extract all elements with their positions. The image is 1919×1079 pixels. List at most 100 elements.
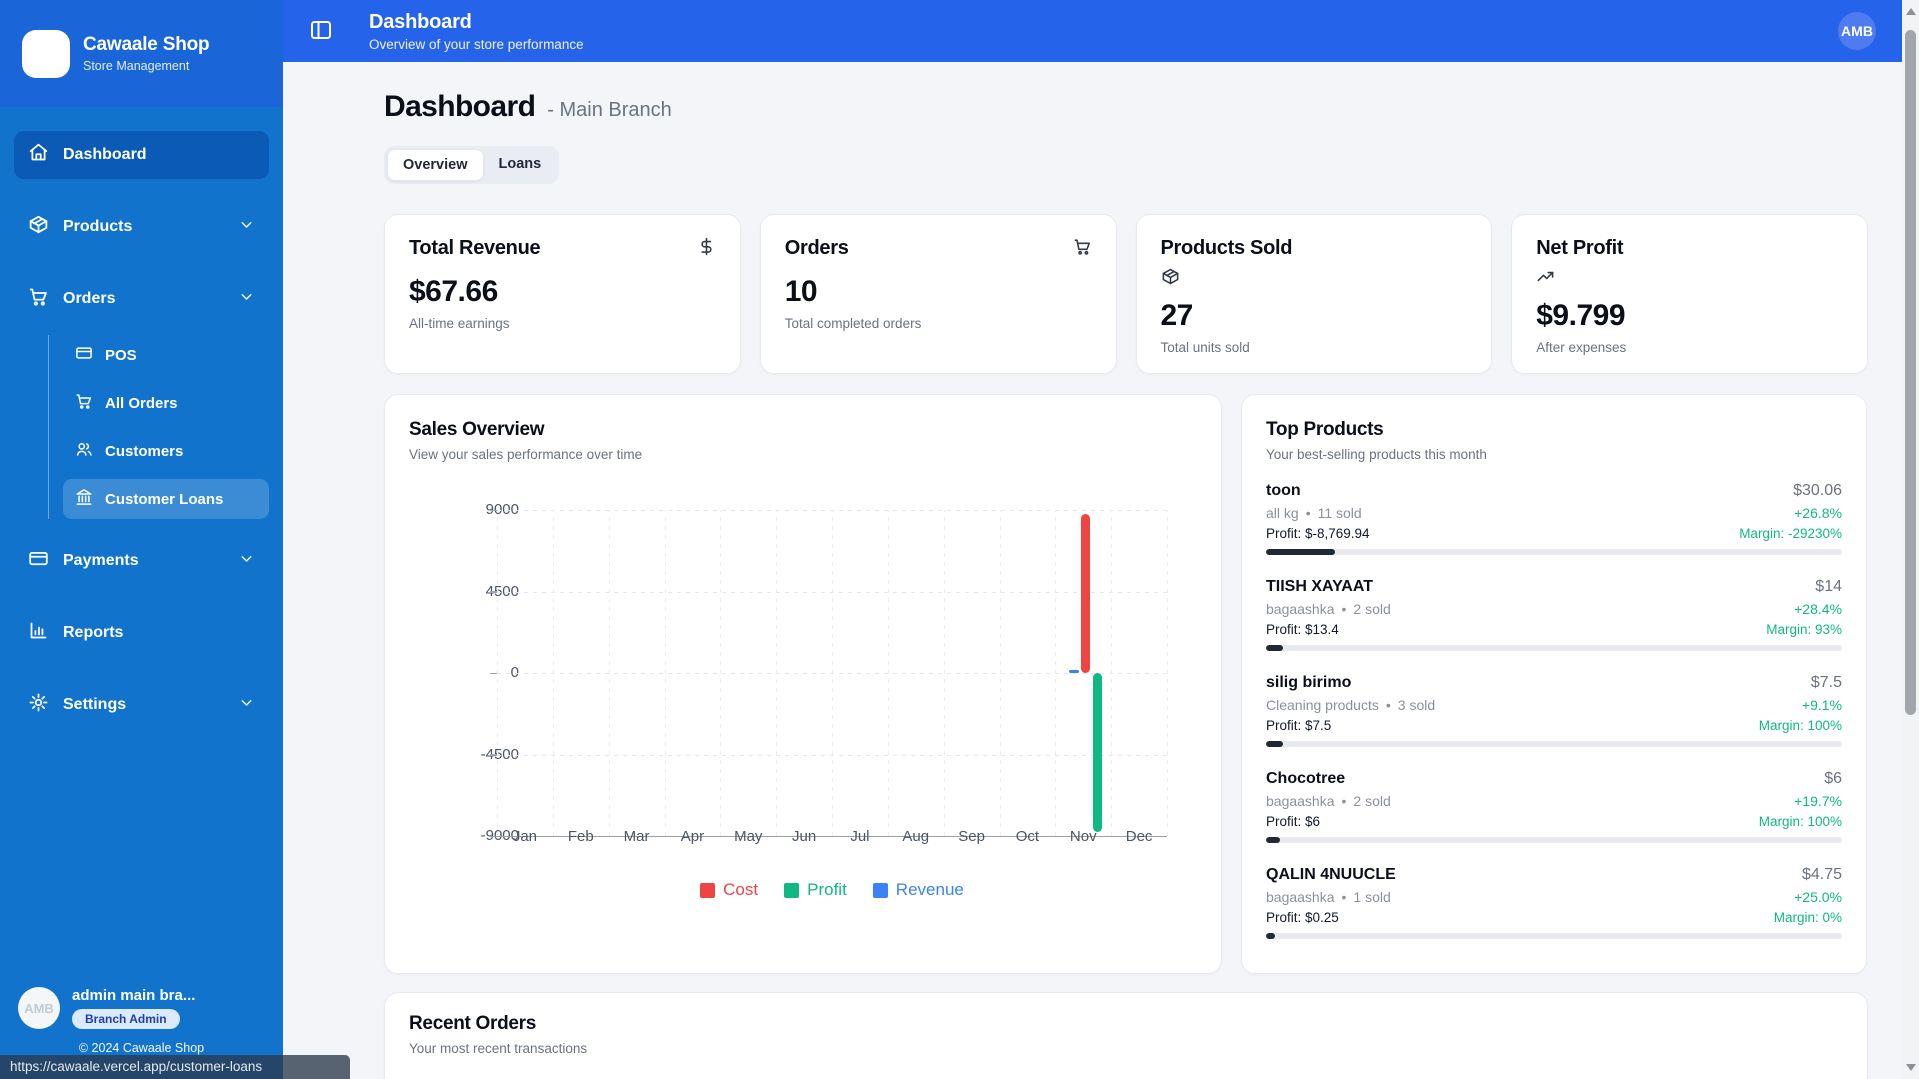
avatar[interactable]: AMB (18, 987, 60, 1029)
credit-card-icon (28, 548, 49, 574)
product-change: +9.1% (1802, 697, 1842, 713)
product-margin: Margin: -29230% (1739, 526, 1842, 541)
product-price: $14 (1815, 578, 1842, 596)
sidebar-item-label: Reports (63, 624, 255, 642)
sidebar-header: Cawaale Shop Store Management (0, 0, 283, 107)
sidebar-item-dashboard[interactable]: Dashboard (14, 131, 269, 179)
product-margin: Margin: 100% (1759, 814, 1842, 829)
role-badge: Branch Admin (72, 1009, 180, 1029)
product-row: toon$30.06 all kg•11 sold+26.8% Profit: … (1266, 482, 1842, 555)
product-progress (1266, 645, 1842, 651)
product-name: TIISH XAYAAT (1266, 578, 1373, 596)
product-name: Chocotree (1266, 770, 1345, 788)
sidebar-item-payments[interactable]: Payments (14, 537, 269, 585)
x-axis-tick: Mar (624, 828, 650, 845)
product-name: silig birimo (1266, 674, 1351, 692)
profit-bar (1093, 673, 1102, 832)
product-progress (1266, 741, 1842, 747)
sidebar-item-reports[interactable]: Reports (14, 609, 269, 657)
sidebar-item-settings[interactable]: Settings (14, 681, 269, 729)
stat-caption: Total units sold (1161, 340, 1468, 355)
x-axis-tick: Feb (568, 828, 594, 845)
app-tagline: Store Management (83, 59, 209, 73)
tab-loans[interactable]: Loans (484, 149, 557, 181)
sidebar-item-orders[interactable]: Orders (14, 275, 269, 323)
sales-overview-title: Sales Overview (409, 419, 1197, 441)
status-url-bar: https://cawaale.vercel.app/customer-loan… (0, 1055, 350, 1079)
app-name: Cawaale Shop (83, 34, 209, 56)
stat-caption: After expenses (1536, 340, 1843, 355)
recent-orders-title: Recent Orders (409, 1013, 1843, 1035)
product-meta: all kg•11 sold (1266, 505, 1362, 521)
chevron-down-icon (238, 216, 255, 238)
user-name: admin main bra... (72, 987, 195, 1004)
header-subtitle: Overview of your store performance (369, 37, 584, 52)
stat-caption: All-time earnings (409, 316, 716, 331)
x-axis-tick: Apr (681, 828, 704, 845)
product-price: $4.75 (1802, 866, 1842, 884)
sidebar-toggle-icon[interactable] (309, 18, 335, 44)
product-price: $6 (1824, 770, 1842, 788)
main-area: Dashboard Overview of your store perform… (283, 0, 1902, 1079)
product-profit: Profit: $7.5 (1266, 718, 1331, 733)
stat-value: $67.66 (409, 275, 716, 309)
tab-overview[interactable]: Overview (387, 149, 484, 181)
sidebar-item-label: Dashboard (63, 146, 147, 164)
scroll-up-arrow-icon[interactable] (1906, 8, 1916, 15)
top-products-subtitle: Your best-selling products this month (1266, 447, 1842, 462)
scrollbar-thumb[interactable] (1905, 30, 1916, 715)
chevron-down-icon (238, 288, 255, 310)
scroll-down-arrow-icon[interactable] (1906, 1064, 1916, 1071)
product-profit: Profit: $13.4 (1266, 622, 1339, 637)
product-change: +25.0% (1794, 889, 1842, 905)
product-progress (1266, 837, 1842, 843)
sidebar-nav: Dashboard Products Orders POS All (0, 107, 283, 729)
product-meta: bagaashka•1 sold (1266, 889, 1391, 905)
cart-icon (75, 392, 93, 414)
cart-icon (1073, 237, 1092, 261)
product-margin: Margin: 100% (1759, 718, 1842, 733)
x-axis-tick: Jun (792, 828, 816, 845)
product-meta: bagaashka•2 sold (1266, 793, 1391, 809)
recent-orders-subtitle: Your most recent transactions (409, 1041, 1843, 1056)
top-products-list: toon$30.06 all kg•11 sold+26.8% Profit: … (1266, 482, 1842, 939)
branch-label: - Main Branch (547, 99, 672, 122)
product-name: toon (1266, 482, 1301, 500)
top-products-panel: Top Products Your best-selling products … (1241, 394, 1867, 974)
stat-card-products-sold: Products Sold 27 Total units sold (1136, 214, 1493, 374)
users-icon (75, 440, 93, 462)
product-meta: Cleaning products•3 sold (1266, 697, 1435, 713)
package-icon (28, 214, 49, 240)
sidebar-item-label: Products (63, 218, 224, 236)
product-row: Chocotree$6 bagaashka•2 sold+19.7% Profi… (1266, 770, 1842, 843)
sidebar-item-pos[interactable]: POS (63, 335, 269, 375)
sidebar-item-label: POS (105, 347, 137, 364)
sales-overview-subtitle: View your sales performance over time (409, 447, 1197, 462)
sidebar-item-all-orders[interactable]: All Orders (63, 383, 269, 423)
product-progress (1266, 549, 1842, 555)
package-icon (1161, 267, 1180, 291)
sidebar-item-label: Customer Loans (105, 491, 223, 508)
stat-cards: Total Revenue $67.66 All-time earnings O… (384, 214, 1868, 374)
stat-value: $9.799 (1536, 299, 1843, 333)
revenue-bar (1069, 670, 1079, 673)
stat-title: Net Profit (1536, 237, 1623, 260)
x-axis-tick: Dec (1126, 828, 1153, 845)
sidebar-item-label: Settings (63, 696, 224, 714)
product-row: silig birimo$7.5 Cleaning products•3 sol… (1266, 674, 1842, 747)
header-avatar[interactable]: AMB (1838, 12, 1876, 50)
sidebar-item-customers[interactable]: Customers (63, 431, 269, 471)
sidebar-item-products[interactable]: Products (14, 203, 269, 251)
x-axis-tick: Nov (1070, 828, 1097, 845)
legend-item-profit: Profit (784, 880, 847, 900)
x-axis-tick: May (734, 828, 762, 845)
sidebar-item-customer-loans[interactable]: Customer Loans (63, 479, 269, 519)
header-title: Dashboard (369, 11, 584, 34)
gear-icon (28, 692, 49, 718)
chevron-down-icon (238, 550, 255, 572)
product-name: QALIN 4NUUCLE (1266, 866, 1396, 884)
stat-title: Total Revenue (409, 237, 540, 260)
dollar-icon (697, 237, 716, 261)
vertical-scrollbar (1902, 0, 1919, 1079)
stat-value: 27 (1161, 299, 1468, 333)
